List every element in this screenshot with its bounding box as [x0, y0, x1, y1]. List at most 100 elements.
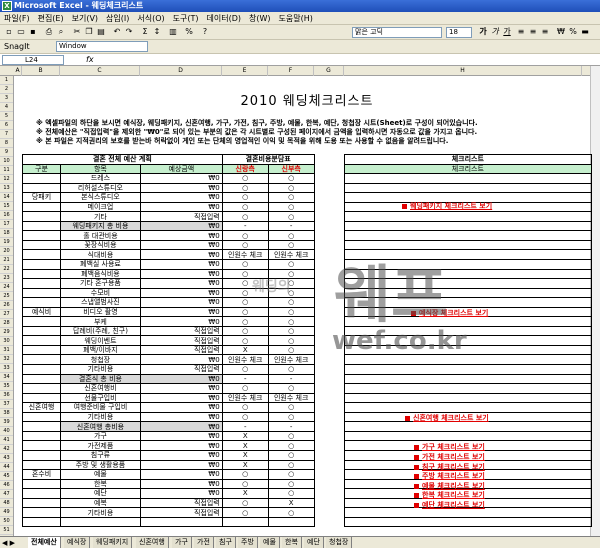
- cell-amount[interactable]: ₩0: [139, 192, 223, 203]
- cut-icon[interactable]: ✂: [72, 27, 82, 37]
- cell-category[interactable]: 당패키: [22, 192, 61, 203]
- cell-item[interactable]: 기타비용: [59, 364, 141, 375]
- cell-item[interactable]: 여행준비물 구입비: [59, 402, 141, 413]
- save-icon[interactable]: ▪: [28, 27, 38, 37]
- currency-icon[interactable]: ₩: [556, 27, 566, 37]
- cell-bride[interactable]: ○: [267, 459, 315, 471]
- cell-bride[interactable]: ○: [267, 239, 315, 251]
- cell-bride[interactable]: ○: [267, 411, 315, 423]
- cell-groom[interactable]: [221, 516, 269, 528]
- menu-item[interactable]: 편집(E): [34, 12, 68, 25]
- sheet-tab[interactable]: 웨딩패키지: [93, 537, 133, 548]
- cell-item[interactable]: 선물구입비: [59, 392, 141, 404]
- cell-category[interactable]: [22, 411, 61, 423]
- cell-bride[interactable]: ○: [267, 430, 315, 442]
- cell-groom[interactable]: ○: [221, 230, 269, 241]
- menu-item[interactable]: 파일(F): [0, 12, 34, 25]
- cell-amount[interactable]: [139, 516, 223, 528]
- sheet-tab[interactable]: 침구: [216, 537, 236, 548]
- cell-category[interactable]: [22, 430, 61, 442]
- cell-checklist[interactable]: [343, 182, 593, 194]
- row-header[interactable]: 14: [0, 193, 13, 202]
- column-header[interactable]: H: [344, 66, 582, 76]
- cell-category[interactable]: [22, 440, 61, 451]
- cell-bride[interactable]: 인원수 체크: [267, 249, 315, 260]
- cell-bride[interactable]: 인원수 체크: [267, 354, 315, 366]
- cell-bride[interactable]: ○: [267, 383, 315, 394]
- row-header[interactable]: 33: [0, 364, 13, 373]
- cell-item[interactable]: 폐백/이바지: [59, 344, 141, 356]
- cell-amount[interactable]: ₩0: [139, 259, 223, 270]
- cell-item[interactable]: 홀 대관비용: [59, 230, 141, 241]
- align-left-icon[interactable]: ≡: [516, 27, 526, 37]
- cell-bride[interactable]: ○: [267, 201, 315, 213]
- cell-item[interactable]: 주방 및 생활용품: [59, 459, 141, 471]
- print-icon[interactable]: ⎙: [44, 27, 54, 37]
- cell-amount[interactable]: ₩0: [139, 239, 223, 251]
- cell-bride[interactable]: [267, 516, 315, 528]
- row-header[interactable]: 11: [0, 166, 13, 175]
- cell-amount[interactable]: 직접입력: [139, 211, 223, 222]
- cell-item[interactable]: 예단: [59, 488, 141, 499]
- cell-amount[interactable]: ₩0: [139, 411, 223, 423]
- cell-amount[interactable]: 직접입력: [139, 507, 223, 518]
- link-yedan[interactable]: 예단 체크리스트 보기: [414, 500, 485, 510]
- cell-groom[interactable]: ○: [221, 211, 269, 222]
- cell-item[interactable]: 웨딩패키지 총 비용: [59, 220, 141, 232]
- row-header[interactable]: 48: [0, 499, 13, 508]
- cell-category[interactable]: [22, 173, 61, 184]
- font-size-select[interactable]: 18: [446, 27, 472, 38]
- fx-icon[interactable]: fx: [86, 54, 94, 66]
- cell-category[interactable]: [22, 230, 61, 241]
- snagit-button[interactable]: SnagIt: [4, 41, 30, 53]
- cell-item[interactable]: 결혼식 총 비용: [59, 373, 141, 385]
- row-header[interactable]: 20: [0, 247, 13, 256]
- menu-item[interactable]: 서식(O): [133, 12, 168, 25]
- cell-category[interactable]: [22, 459, 61, 471]
- cell-groom[interactable]: ○: [221, 192, 269, 203]
- cell-bride[interactable]: ○: [267, 192, 315, 203]
- row-header[interactable]: 13: [0, 184, 13, 193]
- cell-item[interactable]: 침구류: [59, 449, 141, 461]
- cell-item[interactable]: 가전제품: [59, 440, 141, 451]
- cell-category[interactable]: [22, 201, 61, 213]
- row-header[interactable]: 18: [0, 229, 13, 238]
- column-header[interactable]: G: [314, 66, 344, 76]
- cell-bride[interactable]: X: [267, 497, 315, 509]
- row-header[interactable]: 32: [0, 355, 13, 364]
- cell-groom[interactable]: X: [221, 344, 269, 356]
- cell-item[interactable]: 폐백음식비용: [59, 268, 141, 280]
- cell-bride[interactable]: -: [267, 421, 315, 432]
- cell-groom[interactable]: ○: [221, 239, 269, 251]
- row-header[interactable]: 35: [0, 382, 13, 391]
- cell-amount[interactable]: ₩0: [139, 440, 223, 451]
- row-header[interactable]: 47: [0, 490, 13, 499]
- column-header[interactable]: D: [140, 66, 222, 76]
- row-header[interactable]: 50: [0, 517, 13, 526]
- cell-amount[interactable]: ₩0: [139, 430, 223, 442]
- cell-item[interactable]: 리허설스튜디오: [59, 182, 141, 194]
- cell-amount[interactable]: ₩0: [139, 182, 223, 194]
- row-header[interactable]: 31: [0, 346, 13, 355]
- sheet-tab[interactable]: 예물: [260, 537, 280, 548]
- cell-groom[interactable]: X: [221, 488, 269, 499]
- cell-category[interactable]: 예식비: [22, 306, 61, 318]
- cell-item[interactable]: 식대비용: [59, 249, 141, 260]
- cell-category[interactable]: [22, 211, 61, 222]
- align-center-icon[interactable]: ≡: [528, 27, 538, 37]
- cell-checklist[interactable]: [343, 364, 593, 375]
- cell-amount[interactable]: 직접입력: [139, 364, 223, 375]
- row-header[interactable]: 4: [0, 103, 13, 112]
- row-header[interactable]: 44: [0, 463, 13, 472]
- cell-item[interactable]: 예복: [59, 497, 141, 509]
- cell-groom[interactable]: ○: [221, 182, 269, 194]
- cell-item[interactable]: 예물: [59, 469, 141, 480]
- cell-item[interactable]: 신혼여행 총비용: [59, 421, 141, 432]
- row-header[interactable]: 5: [0, 112, 13, 121]
- row-header[interactable]: 30: [0, 337, 13, 346]
- preview-icon[interactable]: ⌕: [56, 27, 66, 37]
- link-kitchen[interactable]: 주방 체크리스트 보기: [414, 471, 485, 481]
- cell-checklist[interactable]: [343, 516, 593, 528]
- cell-checklist[interactable]: [343, 354, 593, 366]
- row-header[interactable]: 38: [0, 409, 13, 418]
